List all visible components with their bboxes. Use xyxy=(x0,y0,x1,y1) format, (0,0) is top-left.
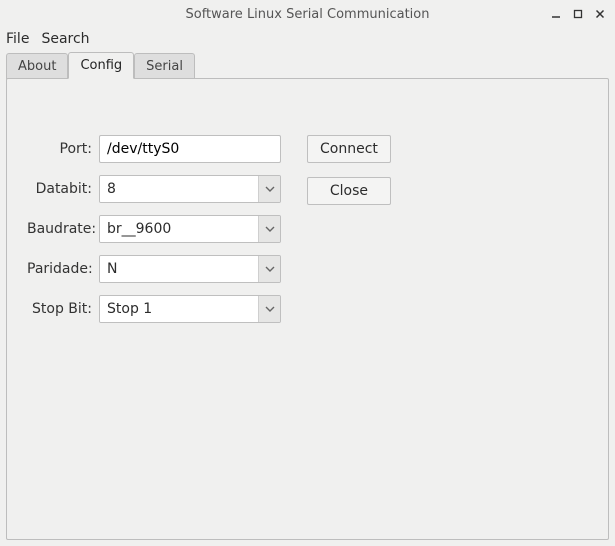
action-buttons: Connect Close xyxy=(307,135,391,323)
databit-select[interactable]: 8 xyxy=(99,175,281,203)
form-fields: Port: Databit: 8 Baudrate: br__96 xyxy=(27,135,281,323)
tabbar: About Config Serial xyxy=(0,50,615,78)
port-input[interactable] xyxy=(99,135,281,163)
tab-serial[interactable]: Serial xyxy=(134,53,195,79)
tab-label: About xyxy=(18,59,56,74)
stopbit-value: Stop 1 xyxy=(100,296,258,322)
tab-content: Port: Databit: 8 Baudrate: br__96 xyxy=(6,78,609,540)
titlebar: Software Linux Serial Communication xyxy=(0,0,615,28)
window-title: Software Linux Serial Communication xyxy=(186,7,430,22)
stopbit-select[interactable]: Stop 1 xyxy=(99,295,281,323)
maximize-icon[interactable] xyxy=(571,7,585,21)
tab-label: Serial xyxy=(146,59,183,74)
row-port: Port: xyxy=(27,135,281,163)
chevron-down-icon[interactable] xyxy=(258,176,280,202)
close-icon[interactable] xyxy=(593,7,607,21)
config-form: Port: Databit: 8 Baudrate: br__96 xyxy=(7,79,608,343)
stopbit-label: Stop Bit: xyxy=(27,301,92,317)
row-databit: Databit: 8 xyxy=(27,175,281,203)
databit-label: Databit: xyxy=(27,181,92,197)
button-label: Connect xyxy=(320,141,378,157)
port-label: Port: xyxy=(27,141,92,157)
parity-label: Paridade: xyxy=(27,261,92,277)
app-window: Software Linux Serial Communication File… xyxy=(0,0,615,546)
tab-config[interactable]: Config xyxy=(68,52,134,79)
titlebar-controls xyxy=(549,0,607,28)
menubar: File Search xyxy=(0,28,615,50)
row-stopbit: Stop Bit: Stop 1 xyxy=(27,295,281,323)
baudrate-value: br__9600 xyxy=(100,216,258,242)
chevron-down-icon[interactable] xyxy=(258,216,280,242)
button-label: Close xyxy=(330,183,368,199)
parity-select[interactable]: N xyxy=(99,255,281,283)
tab-about[interactable]: About xyxy=(6,53,68,79)
minimize-icon[interactable] xyxy=(549,7,563,21)
row-baudrate: Baudrate: br__9600 xyxy=(27,215,281,243)
tab-label: Config xyxy=(80,58,122,73)
menu-search[interactable]: Search xyxy=(41,31,89,47)
close-button[interactable]: Close xyxy=(307,177,391,205)
row-parity: Paridade: N xyxy=(27,255,281,283)
parity-value: N xyxy=(100,256,258,282)
connect-button[interactable]: Connect xyxy=(307,135,391,163)
chevron-down-icon[interactable] xyxy=(258,256,280,282)
baudrate-select[interactable]: br__9600 xyxy=(99,215,281,243)
chevron-down-icon[interactable] xyxy=(258,296,280,322)
databit-value: 8 xyxy=(100,176,258,202)
baudrate-label: Baudrate: xyxy=(27,221,92,237)
menu-file[interactable]: File xyxy=(6,31,29,47)
